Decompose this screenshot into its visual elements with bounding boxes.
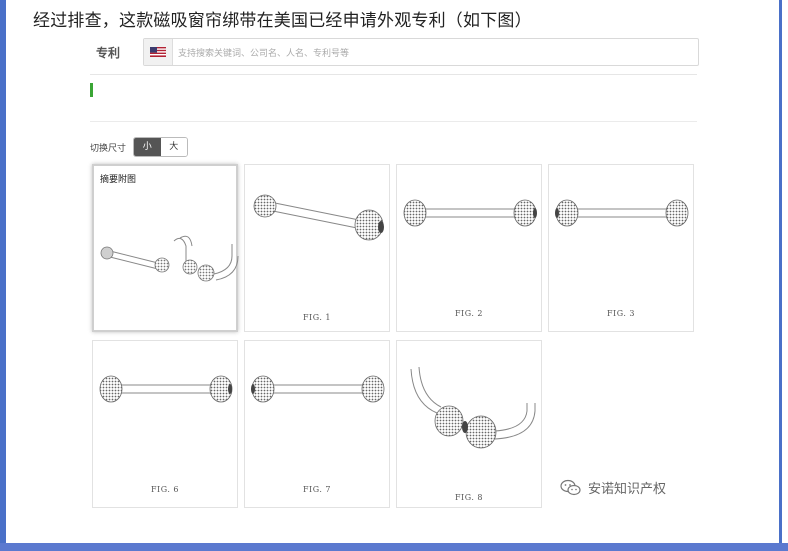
figure-card-fig7[interactable]: FIG. 7 (244, 340, 390, 508)
watermark: 安诺知识产权 (560, 478, 666, 497)
patent-section-label: 专利 (96, 46, 121, 60)
figure-card-fig8[interactable]: FIG. 8 (396, 340, 542, 508)
fig1-drawing (253, 194, 384, 241)
figure-label: FIG. 3 (607, 309, 635, 318)
divider (90, 121, 697, 122)
search-input[interactable]: 支持搜索关键词、公司名、人名、专利号等 (143, 38, 699, 66)
figure-card-fig3[interactable]: FIG. 3 (548, 164, 694, 332)
patent-screenshot: 专利 支持搜索关键词、公司名、人名、专利号等 切换尺寸 小 大 摘要附图 FIG… (90, 36, 699, 516)
fig6-drawing (99, 375, 233, 403)
search-row: 专利 支持搜索关键词、公司名、人名、专利号等 (90, 36, 699, 68)
size-switch-label: 切换尺寸 (90, 144, 127, 154)
us-flag-icon (150, 47, 166, 57)
size-toggle: 小 大 (133, 137, 188, 157)
figure-card-fig2[interactable]: FIG. 2 (396, 164, 542, 332)
figure-label: FIG. 2 (455, 309, 483, 318)
figure-label: FIG. 7 (303, 485, 331, 494)
fig2-drawing (403, 199, 537, 227)
bottom-frame-border (0, 543, 788, 551)
figure-card-fig6[interactable]: FIG. 6 (92, 340, 238, 508)
figure-label: FIG. 8 (455, 493, 483, 502)
country-selector[interactable] (144, 39, 173, 65)
fig3-drawing (555, 199, 689, 227)
left-frame-border (0, 0, 6, 545)
section-marker (90, 83, 93, 97)
wechat-icon (560, 479, 581, 495)
fig8-drawing (410, 366, 536, 449)
size-small-button[interactable]: 小 (134, 138, 161, 156)
right-frame-border (779, 0, 782, 545)
figure-card-abstract[interactable]: 摘要附图 (92, 164, 239, 332)
figure-label: FIG. 1 (303, 313, 331, 322)
abstract-drawing (100, 235, 239, 282)
search-placeholder: 支持搜索关键词、公司名、人名、专利号等 (178, 49, 350, 59)
figure-label: FIG. 6 (151, 485, 179, 494)
divider (90, 74, 697, 75)
article-headline: 经过排查，这款磁吸窗帘绑带在美国已经申请外观专利（如下图） (33, 11, 532, 31)
fig7-drawing (251, 375, 385, 403)
watermark-text: 安诺知识产权 (588, 482, 667, 497)
size-large-button[interactable]: 大 (160, 138, 187, 156)
figure-card-fig1[interactable]: FIG. 1 (244, 164, 390, 332)
